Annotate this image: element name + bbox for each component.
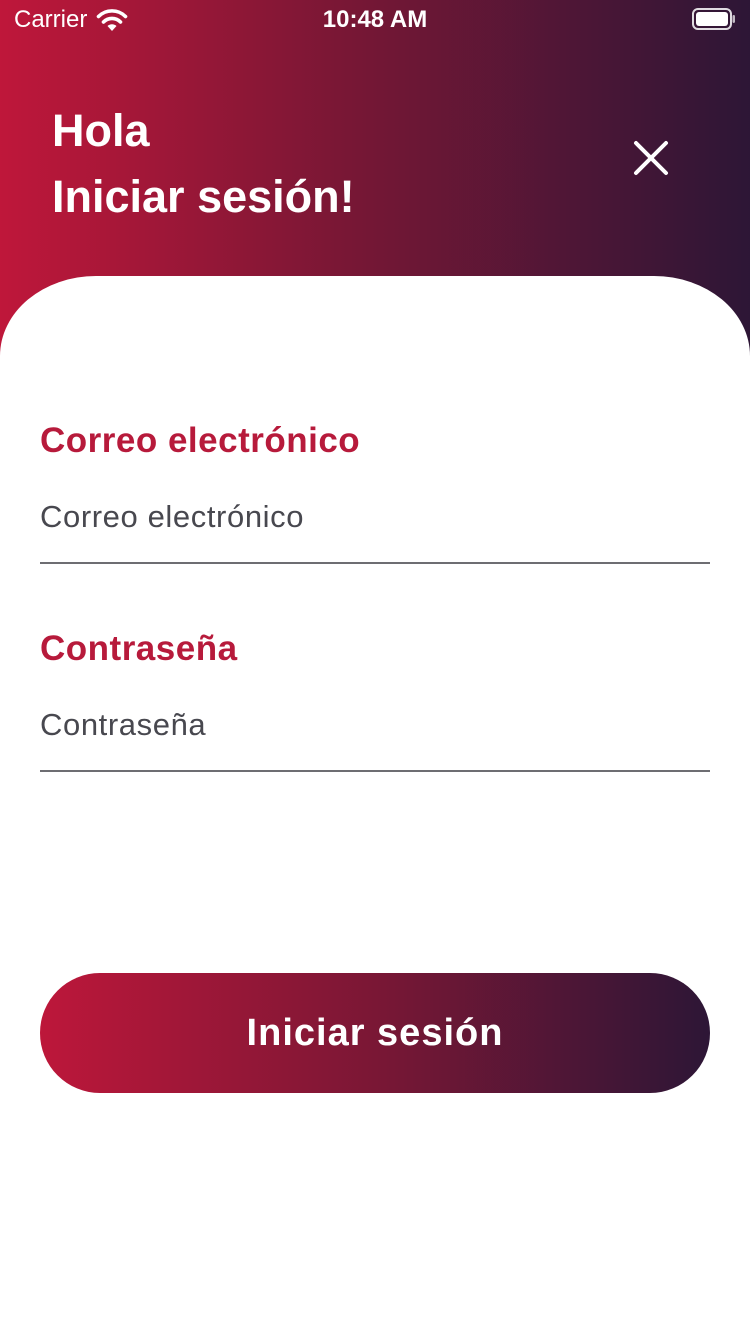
greeting-text: Hola — [52, 105, 150, 156]
status-time: 10:48 AM — [322, 6, 428, 33]
login-button[interactable]: Iniciar sesión — [40, 973, 710, 1093]
email-field-group: Correo electrónico — [40, 420, 710, 564]
email-label: Correo electrónico — [40, 421, 361, 460]
login-screen: Carrier 10:48 AM Hola Iniciar sesión! Co… — [0, 0, 750, 1334]
header-title-block: Hola Iniciar sesión! — [52, 98, 355, 230]
email-field[interactable] — [40, 494, 710, 564]
page-title: Iniciar sesión! — [52, 171, 355, 222]
password-label: Contraseña — [40, 629, 238, 668]
status-bar: Carrier 10:48 AM — [0, 0, 750, 40]
password-field[interactable] — [40, 702, 710, 772]
close-icon[interactable] — [627, 134, 675, 182]
password-field-group: Contraseña — [40, 628, 710, 772]
battery-icon — [692, 8, 735, 30]
